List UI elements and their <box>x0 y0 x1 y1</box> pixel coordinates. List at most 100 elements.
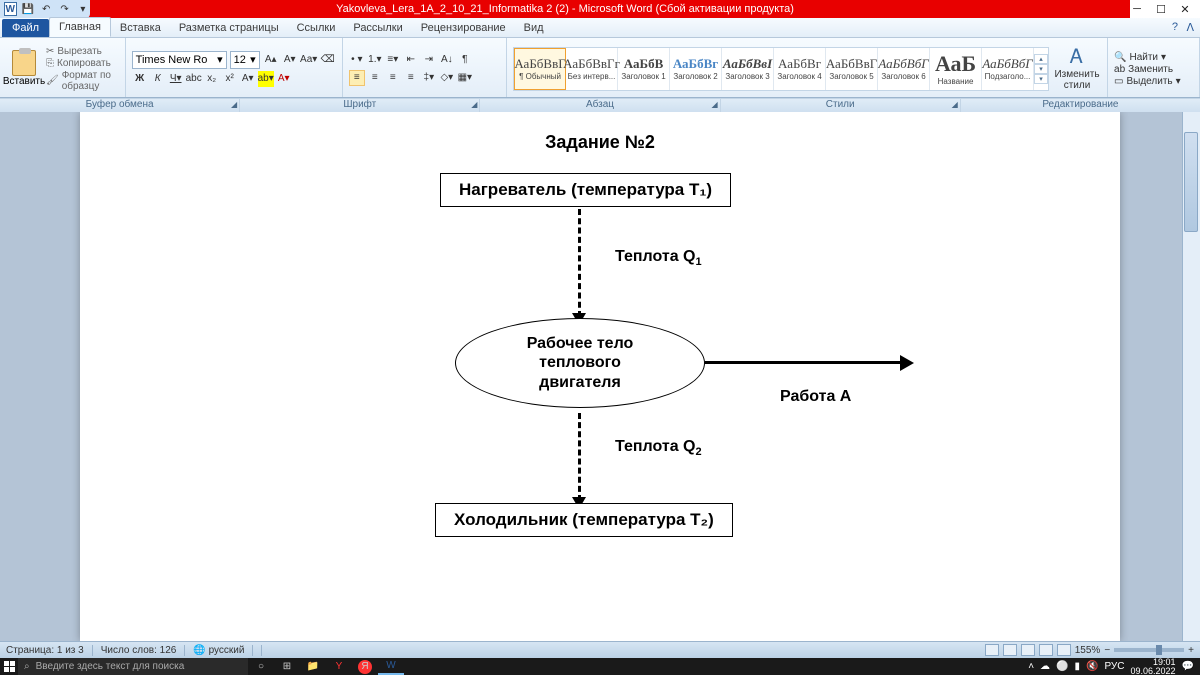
style-normal[interactable]: АаБбВвГ¶ Обычный <box>514 48 566 90</box>
sort-icon[interactable]: A↓ <box>439 52 455 68</box>
fullscreen-view-icon[interactable] <box>1003 644 1017 656</box>
change-case-icon[interactable]: Aa▾ <box>301 52 317 68</box>
yandex-browser-icon[interactable]: Я <box>358 660 372 674</box>
tab-insert[interactable]: Вставка <box>111 19 170 37</box>
italic-button[interactable]: К <box>150 71 166 87</box>
minimize-button[interactable]: ─ <box>1130 3 1144 15</box>
grow-font-icon[interactable]: A▴ <box>263 52 279 68</box>
paste-button[interactable]: Вставить <box>6 50 42 87</box>
battery-icon[interactable]: ▮ <box>1075 661 1081 672</box>
line-spacing-icon[interactable]: ‡▾ <box>421 70 437 86</box>
word-count[interactable]: Число слов: 126 <box>101 645 186 656</box>
style-subtitle[interactable]: АаБбВбГПодзаголо... <box>982 48 1034 90</box>
font-size-combo[interactable]: 12▾ <box>230 51 260 69</box>
qat-more-icon[interactable]: ▾ <box>76 1 90 17</box>
style-title[interactable]: АаБНазвание <box>930 48 982 90</box>
page-status[interactable]: Страница: 1 из 3 <box>6 645 93 656</box>
align-center-icon[interactable]: ≡ <box>367 70 383 86</box>
save-icon[interactable]: 💾 <box>21 1 35 17</box>
notifications-icon[interactable]: 💬 <box>1182 661 1194 672</box>
highlight-button[interactable]: ab▾ <box>258 71 274 87</box>
explorer-icon[interactable]: 📁 <box>300 658 326 675</box>
bold-button[interactable]: Ж <box>132 71 148 87</box>
select-button[interactable]: ▭Выделить ▾ <box>1114 76 1181 87</box>
underline-button[interactable]: Ч▾ <box>168 71 184 87</box>
undo-icon[interactable]: ↶ <box>39 1 53 17</box>
minimize-ribbon-icon[interactable]: ᐱ <box>1186 21 1194 34</box>
font-color-button[interactable]: A▾ <box>276 71 292 87</box>
clock[interactable]: 19:01 09.06.2022 <box>1131 658 1176 676</box>
shrink-font-icon[interactable]: A▾ <box>282 52 298 68</box>
styles-gallery[interactable]: АаБбВвГ¶ Обычный АаБбВвГгБез интерв... А… <box>513 47 1049 91</box>
numbering-icon[interactable]: 1.▾ <box>367 52 383 68</box>
onedrive-icon[interactable]: ☁ <box>1040 661 1050 672</box>
style-h1[interactable]: АаБбВЗаголовок 1 <box>618 48 670 90</box>
volume-icon[interactable]: 🔇 <box>1086 661 1098 672</box>
decrease-indent-icon[interactable]: ⇤ <box>403 52 419 68</box>
bullets-icon[interactable]: • ▾ <box>349 52 365 68</box>
justify-icon[interactable]: ≡ <box>403 70 419 86</box>
shading-icon[interactable]: ◇▾ <box>439 70 455 86</box>
clear-format-icon[interactable]: ⌫ <box>320 52 336 68</box>
change-styles-button[interactable]: Ꭺ Изменить стили <box>1053 46 1101 91</box>
word-icon[interactable]: W <box>4 2 17 16</box>
align-left-icon[interactable]: ≡ <box>349 70 365 86</box>
vertical-scrollbar[interactable] <box>1182 112 1200 641</box>
cut-button[interactable]: ✂Вырезать <box>46 46 119 57</box>
zoom-in-icon[interactable]: + <box>1188 645 1194 656</box>
tab-mailings[interactable]: Рассылки <box>344 19 411 37</box>
align-right-icon[interactable]: ≡ <box>385 70 401 86</box>
increase-indent-icon[interactable]: ⇥ <box>421 52 437 68</box>
outline-view-icon[interactable] <box>1039 644 1053 656</box>
multilevel-icon[interactable]: ≡▾ <box>385 52 401 68</box>
wifi-icon[interactable]: ⚪ <box>1056 661 1068 672</box>
print-layout-view-icon[interactable] <box>985 644 999 656</box>
strike-button[interactable]: abc <box>186 71 202 87</box>
style-h5[interactable]: АаБбВвГЗаголовок 5 <box>826 48 878 90</box>
dialog-launcher-icon[interactable]: ◢ <box>711 100 717 109</box>
help-icon[interactable]: ? <box>1172 21 1178 33</box>
cortana-icon[interactable]: ○ <box>248 658 274 675</box>
start-button[interactable] <box>0 658 18 675</box>
style-h6[interactable]: АаБбВбГЗаголовок 6 <box>878 48 930 90</box>
file-tab[interactable]: Файл <box>2 19 49 37</box>
superscript-button[interactable]: x² <box>222 71 238 87</box>
close-button[interactable]: ✕ <box>1178 3 1192 15</box>
working-body-ellipse[interactable]: Рабочее тело теплового двигателя <box>455 318 705 408</box>
style-h4[interactable]: АаБбВгЗаголовок 4 <box>774 48 826 90</box>
copy-button[interactable]: ⎘Копировать <box>46 58 119 69</box>
show-marks-icon[interactable]: ¶ <box>457 52 473 68</box>
replace-button[interactable]: abЗаменить <box>1114 64 1181 75</box>
yandex-icon[interactable]: Y <box>326 658 352 675</box>
task-view-icon[interactable]: ⊞ <box>274 658 300 675</box>
tab-references[interactable]: Ссылки <box>288 19 345 37</box>
maximize-button[interactable]: ☐ <box>1154 3 1168 15</box>
find-button[interactable]: 🔍Найти ▾ <box>1114 52 1181 63</box>
word-taskbar-icon[interactable]: W <box>378 658 404 675</box>
language-indicator[interactable]: РУС <box>1104 661 1124 672</box>
taskbar-search[interactable]: ⌕Введите здесь текст для поиска <box>18 658 248 675</box>
cooler-box[interactable]: Холодильник (температура T₂) <box>435 503 733 537</box>
heater-box[interactable]: Нагреватель (температура T₁) <box>440 173 731 207</box>
tab-layout[interactable]: Разметка страницы <box>170 19 288 37</box>
language-status[interactable]: 🌐 русский <box>193 645 262 656</box>
subscript-button[interactable]: x₂ <box>204 71 220 87</box>
dialog-launcher-icon[interactable]: ◢ <box>231 100 237 109</box>
dialog-launcher-icon[interactable]: ◢ <box>471 100 477 109</box>
style-h3[interactable]: АаБбВвІЗаголовок 3 <box>722 48 774 90</box>
zoom-out-icon[interactable]: − <box>1104 645 1110 656</box>
draft-view-icon[interactable] <box>1057 644 1071 656</box>
tab-review[interactable]: Рецензирование <box>412 19 515 37</box>
scroll-thumb[interactable] <box>1184 132 1198 232</box>
borders-icon[interactable]: ▦▾ <box>457 70 473 86</box>
gallery-scroll[interactable]: ▴▾▾ <box>1034 54 1048 84</box>
tab-view[interactable]: Вид <box>515 19 553 37</box>
zoom-value[interactable]: 155% <box>1075 645 1101 656</box>
text-effects-icon[interactable]: A▾ <box>240 71 256 87</box>
zoom-slider[interactable] <box>1114 648 1184 652</box>
style-h2[interactable]: АаБбВгЗаголовок 2 <box>670 48 722 90</box>
redo-icon[interactable]: ↷ <box>57 1 71 17</box>
dialog-launcher-icon[interactable]: ◢ <box>952 100 958 109</box>
web-view-icon[interactable] <box>1021 644 1035 656</box>
tray-chevron-icon[interactable]: ˄ <box>1028 661 1034 672</box>
